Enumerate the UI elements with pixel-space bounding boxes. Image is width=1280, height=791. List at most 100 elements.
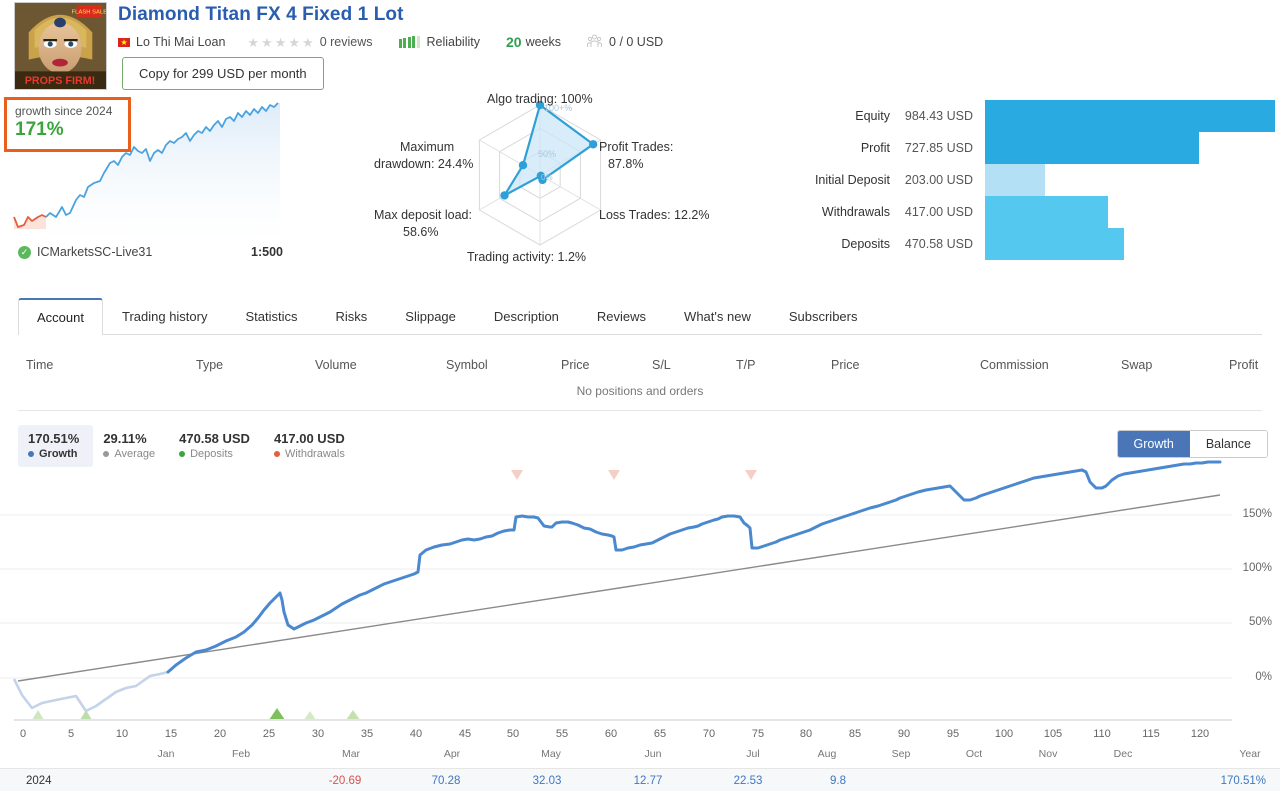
tab-subscribers[interactable]: Subscribers (770, 298, 877, 334)
radar-ring-50-label: 50% (538, 149, 556, 159)
leverage-value: 1:500 (251, 245, 283, 259)
column-header-price-open[interactable]: Price (561, 358, 589, 372)
column-header-price-close[interactable]: Price (831, 358, 859, 372)
x-tick: 15 (164, 728, 178, 740)
x-tick: 40 (409, 728, 423, 740)
bar-label: Profit (860, 141, 890, 155)
column-header-time[interactable]: Time (26, 358, 53, 372)
legend-dot-icon (179, 451, 186, 457)
x-tick: 10 (115, 728, 129, 740)
account-page: PROPS FIRM! FLASH SALE Diamond Titan FX … (0, 0, 1280, 791)
month-label-jan: Jan (157, 748, 175, 760)
radar-label-max-deposit-load-value: 58.6% (403, 225, 439, 239)
broker-row: ✓ ICMarketsSC-Live31 1:500 (18, 245, 283, 259)
month-label-oct: Oct (965, 748, 983, 760)
page-title[interactable]: Diamond Titan FX 4 Fixed 1 Lot (118, 4, 404, 26)
x-tick: 90 (897, 728, 911, 740)
column-header-profit[interactable]: Profit (1229, 358, 1258, 372)
column-header-commission[interactable]: Commission (980, 358, 1049, 372)
x-tick: 60 (604, 728, 618, 740)
column-header-tp[interactable]: T/P (736, 358, 755, 372)
legend-dot-icon (273, 451, 280, 457)
subscribers-icon (587, 34, 602, 51)
star-icon: ★ (302, 34, 314, 50)
bar-fill-withdrawals (985, 196, 1108, 228)
legend-label: Average (114, 448, 156, 460)
radar-label-profit-trades-value: 87.8% (608, 157, 644, 171)
deposit-marker (269, 708, 285, 720)
bar-row: Initial Deposit 203.00 USD (800, 164, 1275, 196)
x-tick: 55 (555, 728, 569, 740)
column-header-sl[interactable]: S/L (652, 358, 671, 372)
x-tick: 105 (1043, 728, 1063, 740)
month-label-feb: Feb (231, 748, 251, 760)
growth-chart[interactable] (0, 460, 1280, 730)
tab-trading-history[interactable]: Trading history (103, 298, 227, 334)
month-label-jul: Jul (746, 748, 760, 760)
tab-risks[interactable]: Risks (317, 298, 387, 334)
bar-fill-equity (985, 100, 1275, 132)
tab-whats-new[interactable]: What's new (665, 298, 770, 334)
tab-reviews[interactable]: Reviews (578, 298, 665, 334)
radar-label-trading-activity: Trading activity: 1.2% (467, 250, 587, 264)
x-tick: 50 (506, 728, 520, 740)
withdrawal-markers (511, 470, 757, 480)
month-label-year: Year (1239, 748, 1261, 760)
tab-description[interactable]: Description (475, 298, 578, 334)
tab-statistics[interactable]: Statistics (226, 298, 316, 334)
bar-label: Equity (855, 109, 890, 123)
verified-check-icon: ✓ (18, 245, 31, 259)
withdrawal-marker (745, 470, 757, 480)
avatar[interactable]: PROPS FIRM! FLASH SALE (14, 2, 107, 90)
monthly-value: 22.53 (733, 775, 763, 787)
toggle-growth-button[interactable]: Growth (1117, 431, 1190, 457)
summary-year: 2024 (26, 775, 52, 787)
legend-name: Growth (28, 447, 79, 461)
star-icon: ★ (274, 34, 287, 50)
bar-value: 203.00 USD (904, 173, 973, 187)
deposit-marker (304, 711, 316, 720)
y-tick-0: 0% (1255, 671, 1272, 683)
x-tick: 65 (653, 728, 667, 740)
performance-radar-chart: 100+% 50% 0% Algo trading: 100% Profit T… (360, 85, 730, 275)
x-tick: 110 (1093, 728, 1111, 740)
x-tick: 85 (848, 728, 862, 740)
column-header-swap[interactable]: Swap (1121, 358, 1152, 372)
month-label-apr: Apr (443, 748, 461, 760)
tab-slippage[interactable]: Slippage (386, 298, 475, 334)
x-tick: 100 (994, 728, 1014, 740)
column-header-volume[interactable]: Volume (315, 358, 357, 372)
toggle-balance-button[interactable]: Balance (1189, 431, 1267, 457)
y-tick-50: 50% (1248, 616, 1272, 628)
bar-label: Deposits (841, 237, 890, 251)
radar-label-max-drawdown: Maximum (400, 140, 455, 154)
summary-total: 170.51% (1220, 775, 1266, 787)
deposit-marker (80, 710, 92, 720)
x-tick: 80 (799, 728, 813, 740)
growth-since-badge: growth since 2024 171% (4, 97, 131, 152)
bar-value: 470.58 USD (904, 237, 973, 251)
column-header-symbol[interactable]: Symbol (446, 358, 488, 372)
monthly-value: 70.28 (431, 775, 461, 787)
average-trend-line (17, 494, 1221, 682)
rating-stars[interactable]: ★ ★ ★ ★ ★ (247, 36, 313, 49)
bar-track (985, 196, 1275, 228)
growth-since-label: growth since 2024 (15, 104, 113, 118)
bar-fill-deposits (985, 228, 1124, 260)
legend-value: 29.11% (103, 431, 147, 446)
reviews-count[interactable]: 0 reviews (320, 35, 373, 49)
growth-since-value: 171% (15, 119, 64, 140)
copy-subscription-button[interactable]: Copy for 299 USD per month (122, 57, 324, 90)
tab-account[interactable]: Account (18, 298, 103, 335)
x-tick: 70 (702, 728, 716, 740)
legend-value: 470.58 USD (179, 431, 250, 446)
deposit-marker (346, 710, 360, 720)
growth-line (166, 460, 1222, 674)
legend-name: Deposits (179, 447, 250, 461)
column-header-type[interactable]: Type (196, 358, 223, 372)
author-name[interactable]: Lo Thi Mai Loan (136, 35, 225, 49)
bar-track (985, 164, 1275, 196)
radar-label-max-deposit-load: Max deposit load: (374, 208, 472, 222)
month-label-jun: Jun (644, 748, 662, 760)
bar-track (985, 132, 1275, 164)
